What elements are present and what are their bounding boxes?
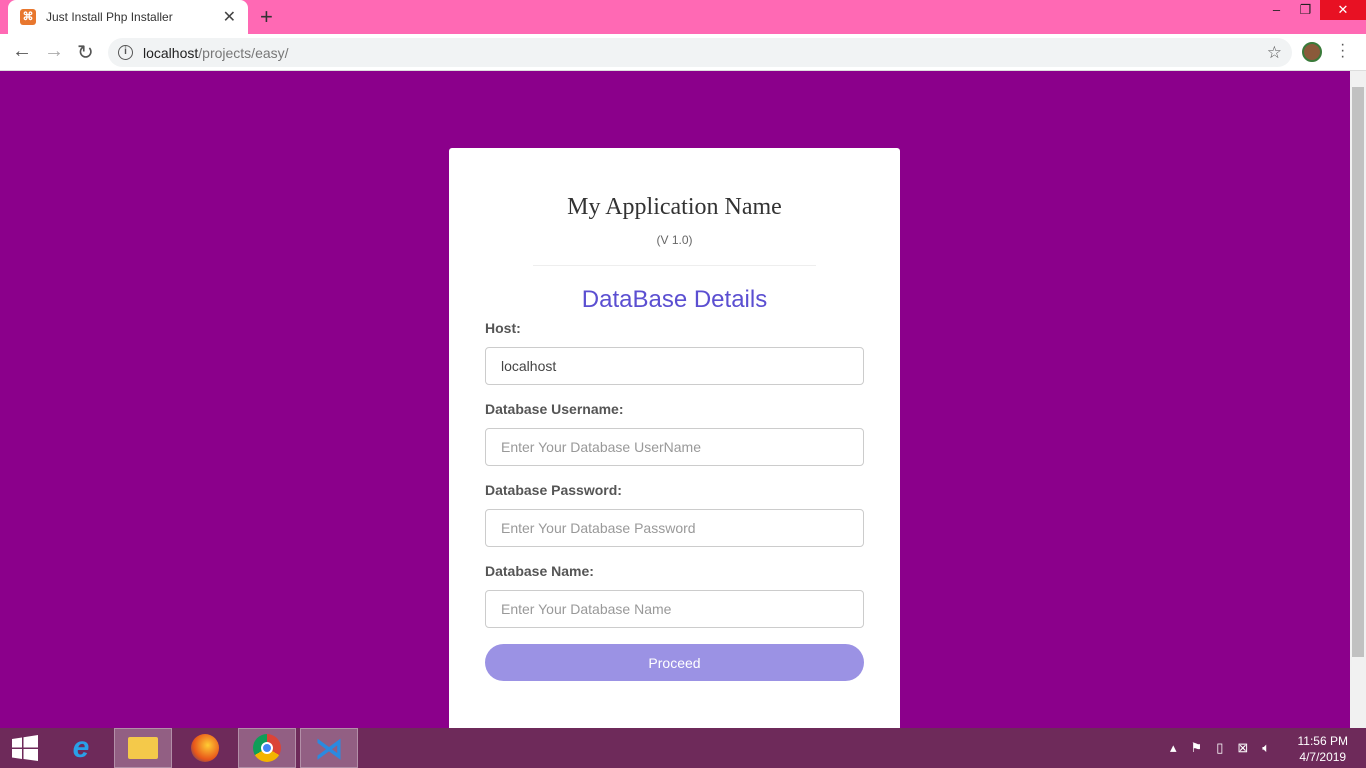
taskbar: e ⋊ ▴ ⚑ ▯ ⊠ 🔈︎ 11:56 PM 4/7/2019 <box>0 728 1366 768</box>
chrome-icon[interactable] <box>238 728 296 768</box>
restore-button[interactable]: ❐ <box>1291 0 1320 20</box>
minimize-button[interactable]: – <box>1262 0 1291 20</box>
url-path: /projects/easy/ <box>198 44 289 61</box>
dbname-label: Database Name: <box>485 563 594 579</box>
scrollbar-thumb[interactable] <box>1352 87 1364 657</box>
username-label: Database Username: <box>485 401 624 417</box>
username-input[interactable] <box>485 428 864 466</box>
url-host: localhost <box>143 44 199 61</box>
address-bar[interactable]: i localhost/projects/easy/ ☆ <box>108 38 1292 67</box>
host-input[interactable] <box>485 347 864 385</box>
network-disconnected-icon[interactable]: ⊠ <box>1237 740 1248 756</box>
browser-titlebar: ⌘ Just Install Php Installer ✕ + – ❐ ✕ <box>0 0 1366 34</box>
internet-explorer-icon[interactable]: e <box>52 728 110 768</box>
clock-date: 4/7/2019 <box>1299 750 1347 764</box>
password-input[interactable] <box>485 509 864 547</box>
info-icon[interactable]: i <box>118 45 133 60</box>
app-name: My Application Name <box>567 194 782 220</box>
action-center-flag-icon[interactable]: ⚑ <box>1191 740 1203 756</box>
browser-toolbar: ← → ↻ i localhost/projects/easy/ ☆ · · · <box>0 34 1366 71</box>
profile-avatar[interactable] <box>1302 42 1322 62</box>
back-button[interactable]: ← <box>12 40 32 63</box>
power-battery-icon[interactable]: ▯ <box>1216 740 1223 756</box>
menu-kebab-icon[interactable]: · · · <box>1340 37 1345 65</box>
host-label: Host: <box>485 320 521 336</box>
clock-time: 11:56 PM <box>1297 734 1348 748</box>
new-tab-button[interactable]: + <box>260 4 273 30</box>
firefox-icon[interactable] <box>176 728 234 768</box>
reload-button[interactable]: ↻ <box>77 40 94 65</box>
start-windows-icon[interactable] <box>0 728 50 768</box>
section-title: DataBase Details <box>581 286 768 313</box>
page-scrollbar[interactable] <box>1350 71 1366 728</box>
forward-button[interactable]: → <box>44 40 64 63</box>
installer-card: My Application Name (V 1.0) DataBase Det… <box>449 148 900 738</box>
xampp-favicon-icon: ⌘ <box>20 9 36 25</box>
close-window-button[interactable]: ✕ <box>1320 0 1366 20</box>
browser-tab[interactable]: ⌘ Just Install Php Installer ✕ <box>8 0 248 34</box>
password-label: Database Password: <box>485 482 622 498</box>
tab-title: Just Install Php Installer <box>46 10 173 24</box>
divider <box>533 265 816 266</box>
show-hidden-icons-icon[interactable]: ▴ <box>1170 740 1177 756</box>
system-tray: ▴ ⚑ ▯ ⊠ 🔈︎ <box>1170 740 1270 756</box>
vscode-icon[interactable]: ⋊ <box>300 728 358 768</box>
clock[interactable]: 11:56 PM 4/7/2019 <box>1298 733 1348 765</box>
bookmark-star-icon[interactable]: ☆ <box>1267 43 1282 63</box>
volume-icon[interactable]: 🔈︎ <box>1262 740 1270 756</box>
app-version: (V 1.0) <box>656 233 693 247</box>
dbname-input[interactable] <box>485 590 864 628</box>
proceed-button[interactable]: Proceed <box>485 644 864 681</box>
close-tab-icon[interactable]: ✕ <box>223 7 236 27</box>
file-explorer-icon[interactable] <box>114 728 172 768</box>
